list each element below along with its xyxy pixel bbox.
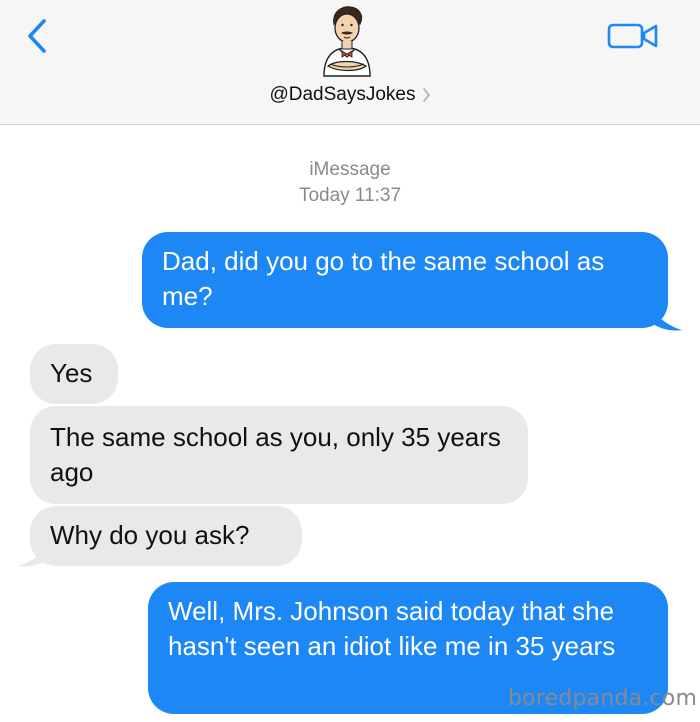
avatar[interactable] bbox=[308, 2, 386, 78]
message-text: Yes bbox=[50, 358, 93, 388]
watermark: boredpanda.com bbox=[508, 686, 698, 711]
incoming-message[interactable]: Why do you ask? bbox=[30, 506, 302, 566]
outgoing-message[interactable]: Dad, did you go to the same school as me… bbox=[142, 232, 668, 328]
chevron-left-icon bbox=[28, 19, 46, 53]
conversation-header: @DadSaysJokes bbox=[0, 0, 700, 125]
timestamp: Today 11:37 bbox=[298, 185, 402, 206]
back-button[interactable] bbox=[20, 16, 54, 56]
outgoing-bubble-tail bbox=[650, 308, 682, 331]
video-call-button[interactable] bbox=[606, 20, 662, 52]
incoming-message[interactable]: Yes bbox=[30, 344, 118, 404]
contact-name: @DadSaysJokes bbox=[269, 84, 416, 105]
contact-info-button[interactable]: @DadSaysJokes bbox=[0, 84, 700, 106]
message-text: Why do you ask? bbox=[50, 520, 250, 550]
message-text: The same school as you, only 35 years ag… bbox=[50, 422, 501, 487]
conversation-meta: iMessage Today 11:37 bbox=[0, 157, 700, 209]
incoming-message[interactable]: The same school as you, only 35 years ag… bbox=[30, 406, 528, 504]
video-camera-icon bbox=[607, 23, 658, 49]
incoming-bubble-tail bbox=[18, 544, 50, 567]
message-text: Well, Mrs. Johnson said today that she h… bbox=[168, 596, 616, 661]
message-text: Dad, did you go to the same school as me… bbox=[162, 246, 605, 311]
service-label: iMessage bbox=[309, 159, 391, 180]
chevron-right-icon bbox=[422, 88, 430, 102]
